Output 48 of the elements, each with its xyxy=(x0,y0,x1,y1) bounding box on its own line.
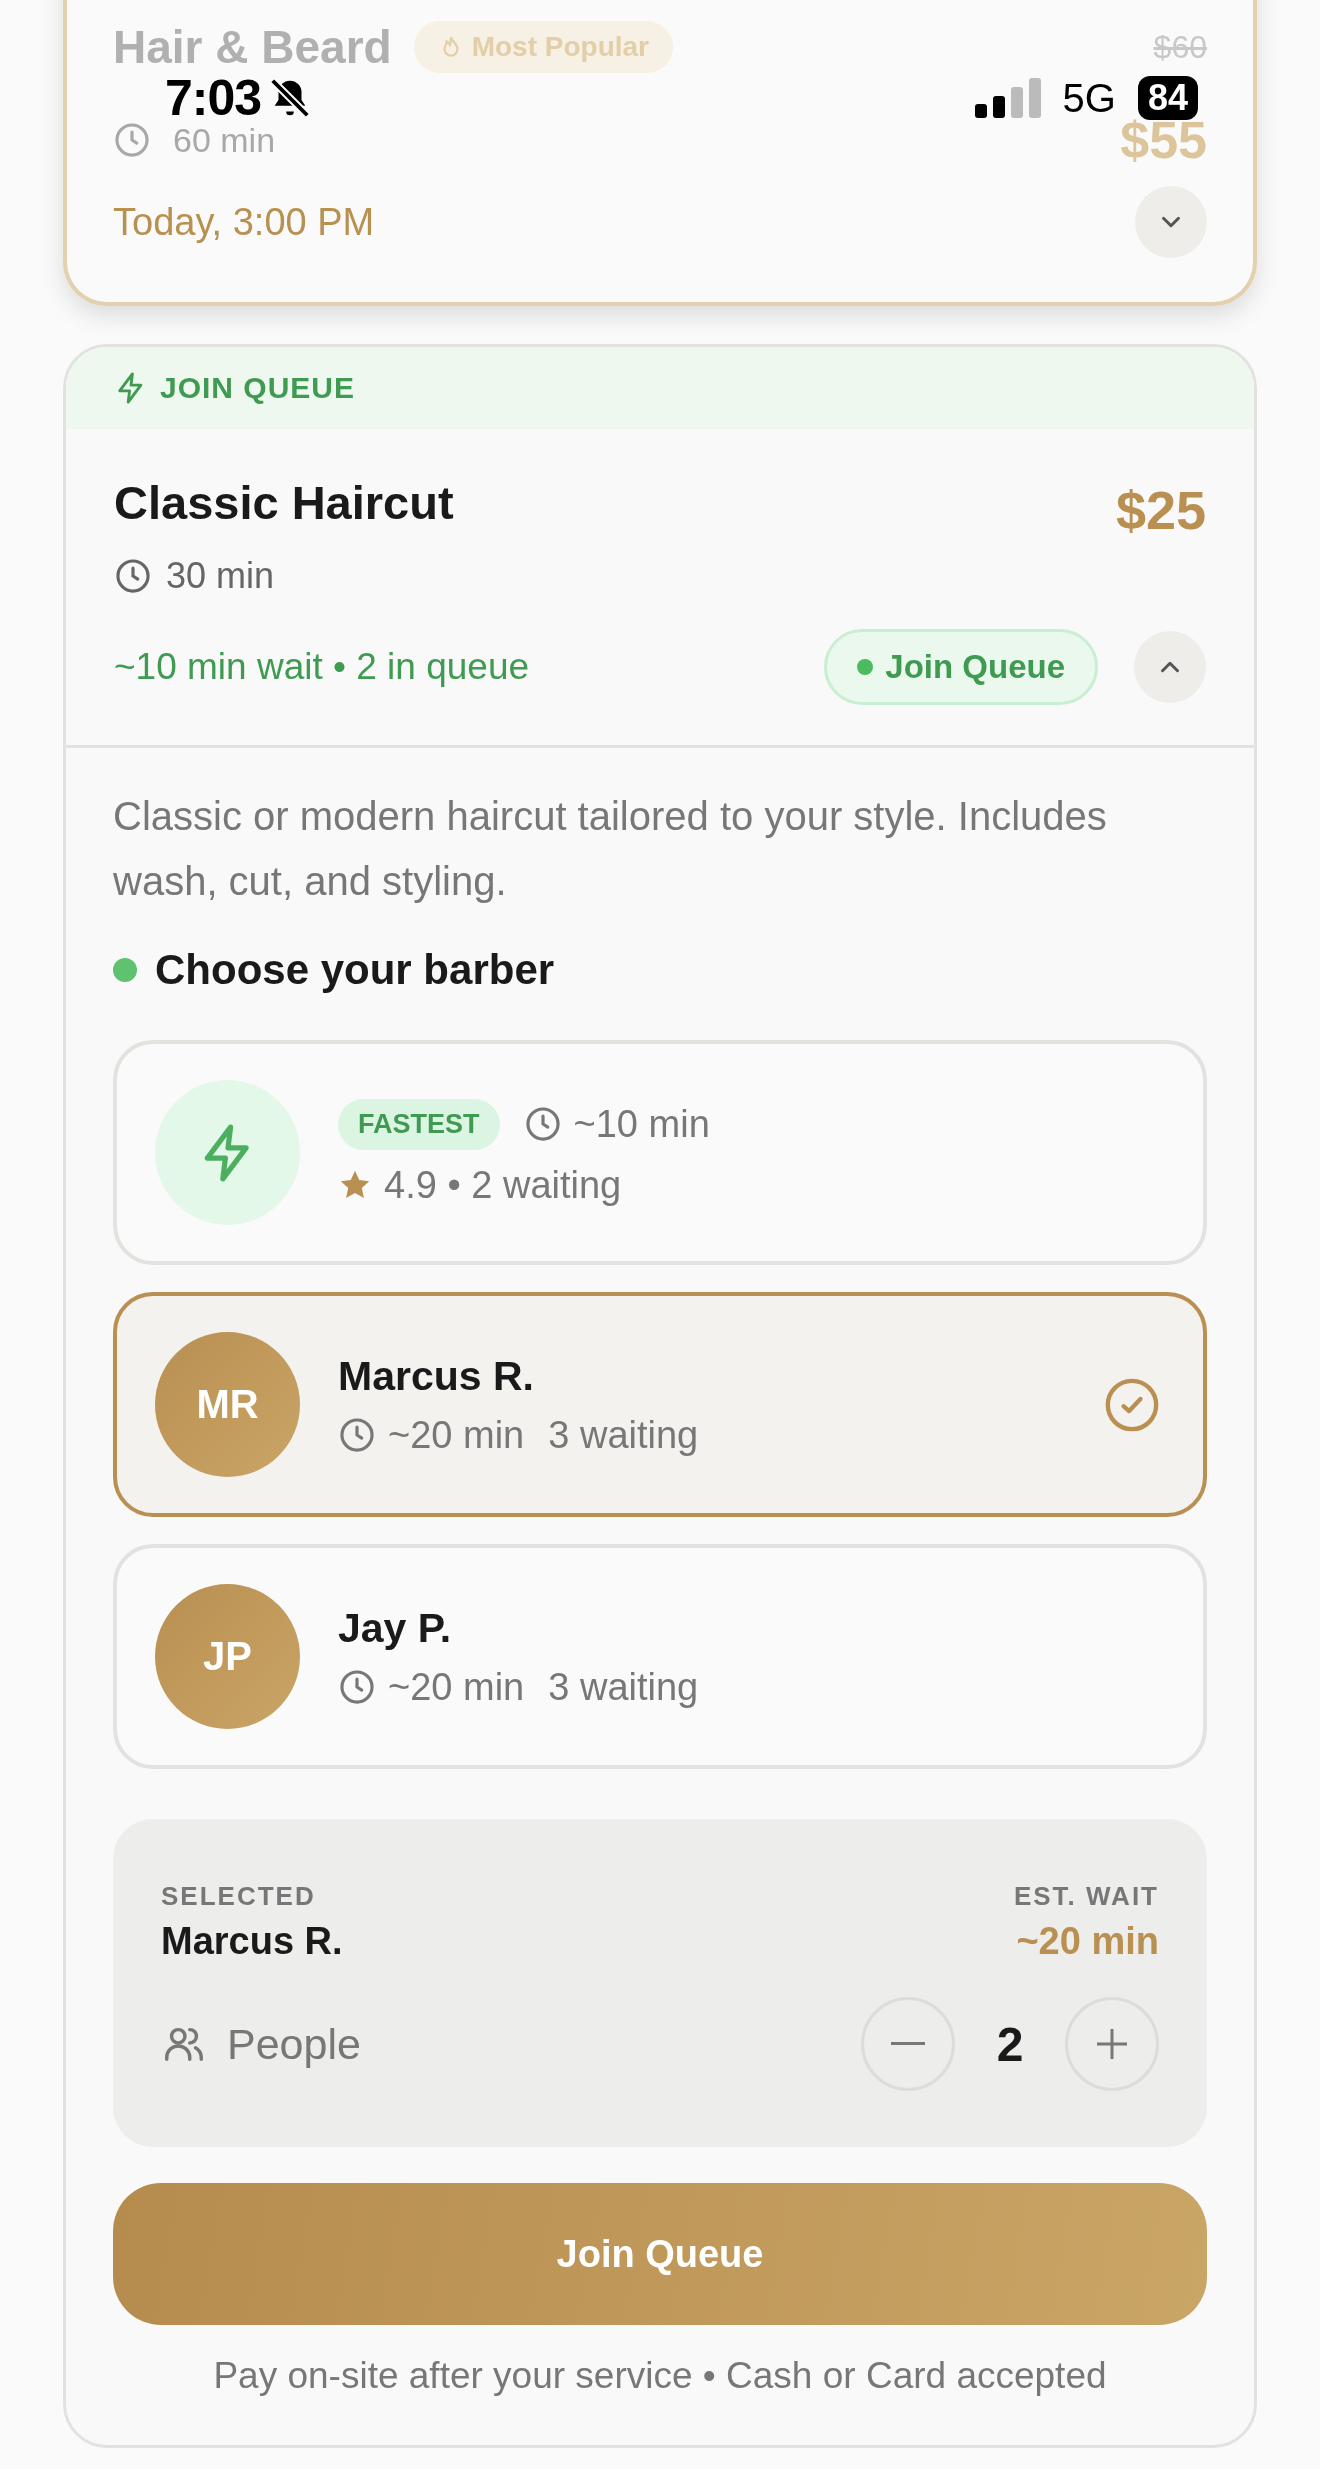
increase-button[interactable] xyxy=(1065,1997,1159,2091)
header-label: JOIN QUEUE xyxy=(160,371,356,405)
selected-label: SELECTED xyxy=(161,1881,316,1912)
barber-name: Jay P. xyxy=(338,1604,453,1652)
selected-barber: Marcus R. xyxy=(161,1920,343,1963)
avatar: JP xyxy=(155,1584,300,1729)
clock-icon xyxy=(114,557,152,595)
badge-label: Most Popular xyxy=(471,31,649,63)
service-price: $25 xyxy=(1115,479,1206,541)
duration-text: 60 min xyxy=(173,120,276,160)
wait-time: ~10 min xyxy=(573,1102,710,1146)
join-queue-button[interactable]: Join Queue xyxy=(113,2183,1207,2325)
clock-icon xyxy=(523,1105,562,1143)
wait-label: EST. WAIT xyxy=(1013,1881,1159,1912)
plus-icon xyxy=(1095,2027,1129,2061)
people-count: 2 xyxy=(995,2016,1025,2072)
wait-time: ~20 min xyxy=(388,1413,525,1457)
join-queue-badge[interactable]: Join Queue xyxy=(824,629,1098,705)
clock-icon xyxy=(113,121,151,159)
rating-text: 4.9 • 2 waiting xyxy=(384,1163,622,1207)
barber-option[interactable]: FASTEST ~10 min 4.9 • 2 waiting xyxy=(113,1040,1207,1265)
payment-note: Pay on-site after your service • Cash or Card accepted xyxy=(212,2355,1108,2397)
barber-option[interactable]: JP Jay P. ~20 min 3 waiting xyxy=(113,1544,1207,1769)
service-name: Classic Haircut xyxy=(114,474,454,530)
service-name: Hair & Beard xyxy=(113,20,392,74)
clock-icon xyxy=(338,1668,376,1706)
minus-icon xyxy=(891,2042,925,2046)
duration-text: 30 min xyxy=(166,555,275,597)
service-description: Classic or modern haircut tailored to your style. Includes wash, cut, and styling. xyxy=(113,793,1108,905)
fastest-tag: FASTEST xyxy=(338,1098,500,1150)
waiting-count: 3 waiting xyxy=(548,1665,699,1709)
status-dot xyxy=(113,958,137,982)
queue-info: ~10 min wait • 2 in queue xyxy=(114,646,530,688)
wait-time: ~20 min xyxy=(388,1665,525,1709)
clock-time: 7:03 xyxy=(165,73,262,123)
signal-icon xyxy=(974,78,1041,118)
estimated-wait: ~20 min xyxy=(1016,1920,1159,1963)
barber-option[interactable]: MR Marcus R. ~20 min 3 waiting xyxy=(113,1292,1207,1517)
avatar: MR xyxy=(155,1332,300,1477)
barber-name: Marcus R. xyxy=(338,1352,535,1400)
clock-icon xyxy=(338,1416,376,1454)
decrease-button[interactable] xyxy=(861,1997,955,2091)
section-heading: Choose your barber xyxy=(155,946,555,994)
battery-level: 84 xyxy=(1137,76,1198,120)
waiting-count: 3 waiting xyxy=(548,1413,699,1457)
people-label: People xyxy=(227,2019,361,2069)
appointment-time: Today, 3:00 PM xyxy=(113,200,375,244)
network-label: 5G xyxy=(1062,75,1116,121)
